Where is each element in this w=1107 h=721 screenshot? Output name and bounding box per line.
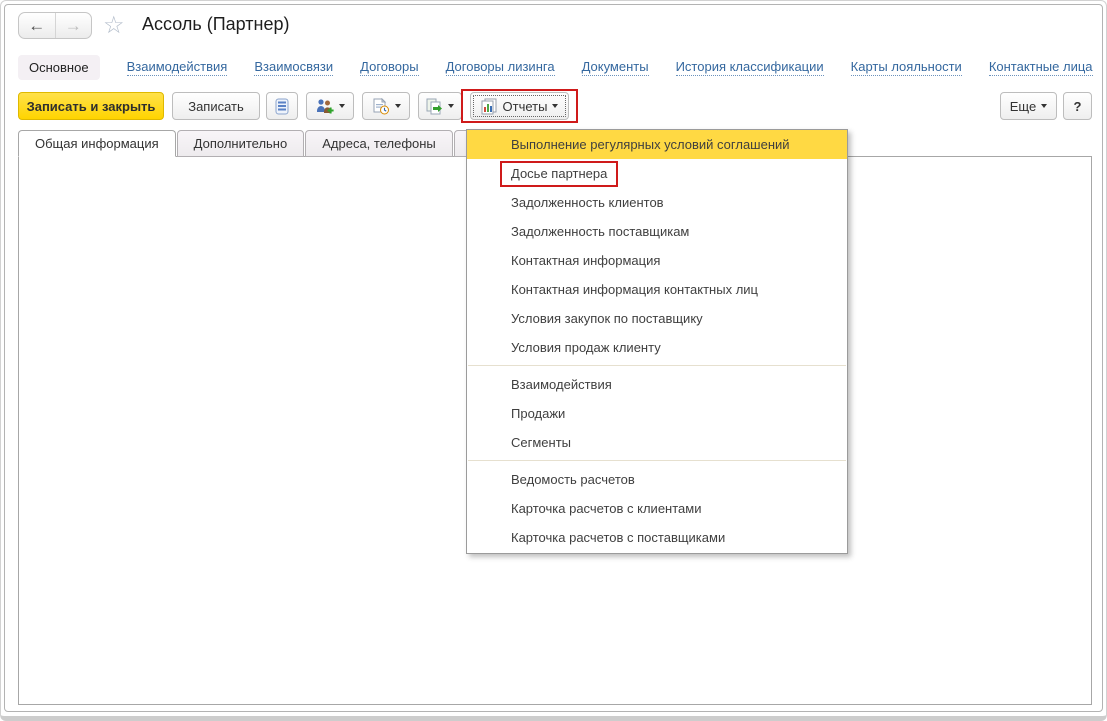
create-based-on-button[interactable] [418, 92, 462, 120]
more-button[interactable]: Еще [1000, 92, 1057, 120]
report-chart-icon [481, 98, 498, 115]
chevron-down-icon [448, 104, 454, 108]
structure-button[interactable] [266, 92, 298, 120]
save-and-close-button[interactable]: Записать и закрыть [18, 92, 164, 120]
chevron-down-icon [395, 104, 401, 108]
partner-card-window: ← → ☆ Ассоль (Партнер) Основное Взаимоде… [0, 0, 1107, 721]
menu-item-partner-dossier[interactable]: Досье партнера [467, 159, 847, 188]
section-nav: Основное Взаимодействия Взаимосвязи Дого… [18, 54, 1107, 80]
tab-addresses-phones[interactable]: Адреса, телефоны [305, 130, 453, 157]
help-button[interactable]: ? [1063, 92, 1092, 120]
menu-item-purchase-terms[interactable]: Условия закупок по поставщику [467, 304, 847, 333]
forward-button[interactable]: → [55, 13, 92, 38]
copy-document-arrow-icon [426, 98, 443, 115]
nav-item-main[interactable]: Основное [18, 55, 100, 80]
add-contact-person-button[interactable] [306, 92, 354, 120]
tab-general-info[interactable]: Общая информация [18, 130, 176, 157]
history-nav: ← → [18, 12, 92, 39]
chevron-down-icon [552, 104, 558, 108]
menu-item-interactions[interactable]: Взаимодействия [467, 370, 847, 399]
nav-item-relations[interactable]: Взаимосвязи [254, 59, 333, 76]
document-clock-icon [372, 98, 390, 115]
schedule-document-button[interactable] [362, 92, 410, 120]
back-button[interactable]: ← [19, 13, 55, 38]
reports-button[interactable]: Отчеты [470, 92, 569, 120]
menu-item-regular-terms[interactable]: Выполнение регулярных условий соглашений [467, 130, 847, 159]
menu-item-sales-terms[interactable]: Условия продаж клиенту [467, 333, 847, 362]
favorite-star-icon[interactable]: ☆ [103, 11, 125, 40]
menu-item-contact-persons-info[interactable]: Контактная информация контактных лиц [467, 275, 847, 304]
menu-separator [467, 457, 847, 465]
menu-item-settlement-sheet[interactable]: Ведомость расчетов [467, 465, 847, 494]
chevron-down-icon [1041, 104, 1047, 108]
nav-item-documents[interactable]: Документы [582, 59, 649, 76]
nav-item-loyalty-cards[interactable]: Карты лояльности [851, 59, 962, 76]
menu-item-contact-info[interactable]: Контактная информация [467, 246, 847, 275]
reports-dropdown-menu: Выполнение регулярных условий соглашений… [466, 129, 848, 554]
menu-item-supplier-debt[interactable]: Задолженность поставщикам [467, 217, 847, 246]
menu-item-client-debt[interactable]: Задолженность клиентов [467, 188, 847, 217]
annotation-dossier-box: Досье партнера [500, 161, 618, 187]
chevron-down-icon [339, 104, 345, 108]
back-arrow-icon: ← [28, 17, 45, 34]
nav-item-interactions[interactable]: Взаимодействия [127, 59, 228, 76]
menu-separator [467, 362, 847, 370]
people-add-icon [316, 98, 334, 115]
list-icon [275, 98, 289, 115]
save-button[interactable]: Записать [172, 92, 260, 120]
menu-item-sales[interactable]: Продажи [467, 399, 847, 428]
nav-item-leasing-contracts[interactable]: Договоры лизинга [446, 59, 555, 76]
forward-arrow-icon: → [65, 17, 82, 34]
page-title: Ассоль (Партнер) [142, 14, 289, 35]
nav-item-classification-history[interactable]: История классификации [676, 59, 824, 76]
menu-item-segments[interactable]: Сегменты [467, 428, 847, 457]
nav-item-contracts[interactable]: Договоры [360, 59, 418, 76]
tab-additional[interactable]: Дополнительно [177, 130, 305, 157]
nav-item-contact-persons[interactable]: Контактные лица [989, 59, 1093, 76]
menu-item-client-settlement-card[interactable]: Карточка расчетов с клиентами [467, 494, 847, 523]
toolbar: Записать и закрыть Записать [0, 92, 1107, 122]
menu-item-supplier-settlement-card[interactable]: Карточка расчетов с поставщиками [467, 523, 847, 552]
